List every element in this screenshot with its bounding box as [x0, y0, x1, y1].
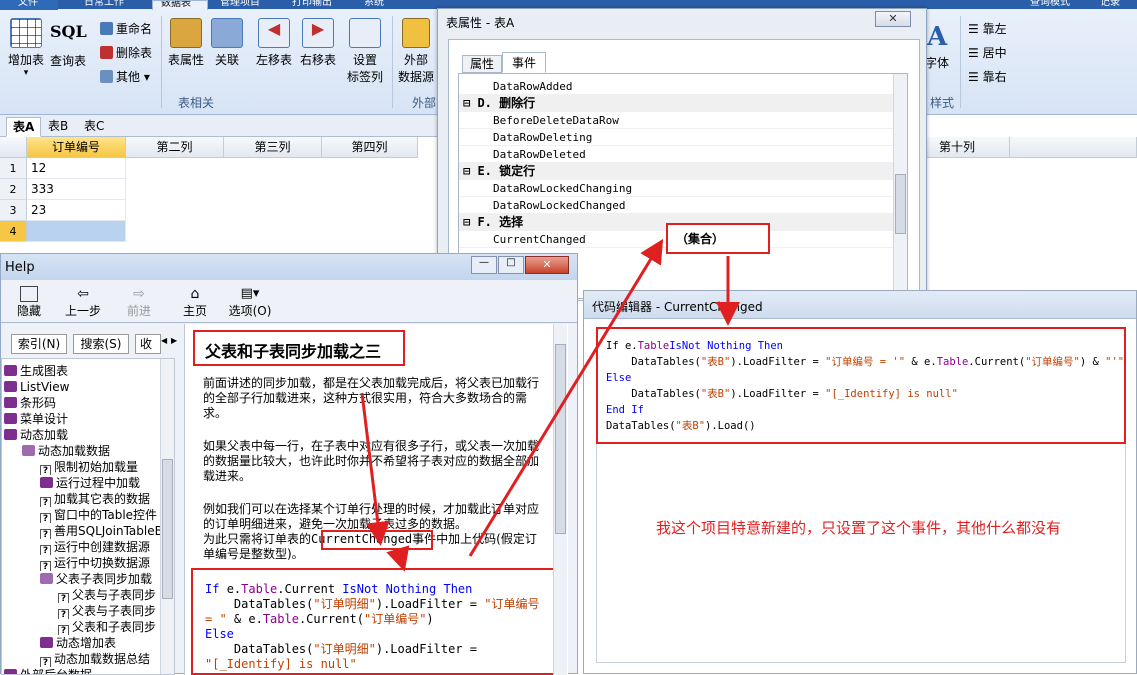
- arrow-to-code-sample: [386, 545, 410, 572]
- annotation-arrows: [360, 238, 740, 572]
- arrow-to-collection: [468, 238, 664, 557]
- arrow-to-event: [360, 392, 390, 546]
